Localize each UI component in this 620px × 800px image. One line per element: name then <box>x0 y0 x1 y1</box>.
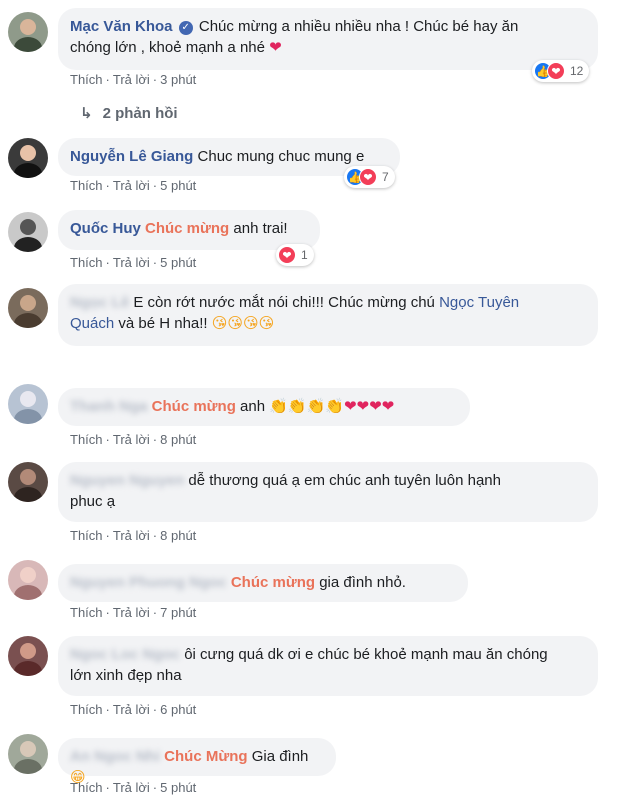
comment-actions: Thích · Trả lời · 8 phút <box>70 432 197 447</box>
tagged-text: Chúc Mừng <box>164 748 248 765</box>
comment-text: Chúc mừng a nhiều nhiều nha ! Chúc bé ha… <box>198 18 519 35</box>
comment-bubble: Nguyen Nguyen dễ thương quá ạ em chúc an… <box>58 462 598 522</box>
comment-author[interactable]: An Ngoc Nhi <box>70 748 160 765</box>
comment-text: dễ thương quá ạ em chúc anh tuyên luôn h… <box>188 472 501 489</box>
love-icon: ❤ <box>547 62 565 80</box>
reply-button[interactable]: Trả lời <box>113 432 150 447</box>
clap-emoji-icon: 👏👏👏👏 <box>269 397 344 415</box>
heart-emoji-icon: ❤ <box>269 38 282 56</box>
reply-button[interactable]: Trả lời <box>113 178 150 193</box>
comment-bubble: Ngoc Loc Ngoc ôi cưng quá dk ơi e chúc b… <box>58 636 598 696</box>
avatar[interactable] <box>8 636 48 676</box>
reaction-summary[interactable]: 👍 ❤ 7 <box>344 166 395 188</box>
comment-actions: Thích · Trả lời · 7 phút <box>70 605 197 620</box>
comment-text: Chuc mung chuc mung e <box>197 148 365 165</box>
comment-text: Gia đình <box>247 748 309 765</box>
like-button[interactable]: Thích <box>70 432 103 447</box>
comment-author[interactable]: Quốc Huy <box>70 220 141 237</box>
avatar[interactable] <box>8 734 48 774</box>
comment-author[interactable]: Thanh Nga <box>70 398 148 415</box>
comment-actions: Thích · Trả lời · 3 phút <box>70 72 197 87</box>
comment-text: và bé H nha!! <box>114 315 212 332</box>
comment-time[interactable]: 6 phút <box>160 702 196 717</box>
like-button[interactable]: Thích <box>70 72 103 87</box>
comment-text: ôi cưng quá dk ơi e chúc bé khoẻ mạnh ma… <box>184 646 548 663</box>
comment-time[interactable]: 7 phút <box>160 605 196 620</box>
reply-button[interactable]: Trả lời <box>113 702 150 717</box>
comment-actions: Thích · Trả lời · 8 phút <box>70 528 197 543</box>
tagged-text: Chúc mừng <box>230 574 316 591</box>
comment-text: E còn rớt nước mắt nói chi!!! Chúc mừng … <box>133 294 440 311</box>
like-button[interactable]: Thích <box>70 780 103 795</box>
like-button[interactable]: Thích <box>70 605 103 620</box>
comment-bubble: Thanh Nga Chúc mừng anh 👏👏👏👏❤❤❤❤ <box>58 388 470 426</box>
reply-button[interactable]: Trả lời <box>113 72 150 87</box>
comment-time[interactable]: 5 phút <box>160 178 196 193</box>
reaction-count: 12 <box>570 64 584 78</box>
mention-link[interactable]: Ngọc Tuyên <box>439 294 519 311</box>
heart-emoji-icon: ❤❤❤❤ <box>343 397 395 415</box>
verified-badge-icon: ✓ <box>178 21 193 35</box>
comment-time[interactable]: 3 phút <box>160 72 196 87</box>
avatar[interactable] <box>8 212 48 252</box>
comment-bubble: An Ngoc Nhi Chúc Mừng Gia đình 😁 <box>58 738 336 786</box>
reaction-summary[interactable]: ❤ 1 <box>276 244 314 266</box>
comment-time[interactable]: 8 phút <box>160 528 196 543</box>
reply-button[interactable]: Trả lời <box>113 605 150 620</box>
reaction-count: 7 <box>382 170 389 184</box>
like-button[interactable]: Thích <box>70 255 103 270</box>
comment-text: anh <box>235 398 270 415</box>
comment-actions: Thích · Trả lời · 5 phút <box>70 255 197 270</box>
avatar[interactable] <box>8 138 48 178</box>
reply-button[interactable]: Trả lời <box>113 528 150 543</box>
comment-author[interactable]: Nguyen Nguyen <box>70 472 184 489</box>
comment-text: anh trai! <box>229 220 288 237</box>
avatar[interactable] <box>8 12 48 52</box>
comment-actions: Thích · Trả lời · 6 phút <box>70 702 197 717</box>
reaction-count: 1 <box>301 248 308 262</box>
comment-text: gia đình nhỏ. <box>315 574 406 591</box>
comment-text: lớn xinh đẹp nha <box>70 667 182 684</box>
mention-link[interactable]: Quách <box>70 315 114 332</box>
avatar[interactable] <box>8 384 48 424</box>
comment-time[interactable]: 5 phút <box>160 255 196 270</box>
comment-text: phuc ạ <box>70 493 116 510</box>
avatar[interactable] <box>8 560 48 600</box>
comment-author[interactable]: Nguyễn Lê Giang <box>70 148 193 165</box>
replies-label: 2 phản hồi <box>102 105 178 122</box>
reply-button[interactable]: Trả lời <box>113 780 150 795</box>
comment-author[interactable]: Ngọc Lê <box>70 294 129 311</box>
like-button[interactable]: Thích <box>70 178 103 193</box>
reply-arrow-icon: ↳ <box>80 105 93 122</box>
comment-bubble: Ngọc Lê E còn rớt nước mắt nói chi!!! Ch… <box>58 284 598 346</box>
comment-author[interactable]: Ngoc Loc Ngoc <box>70 646 180 663</box>
love-icon: ❤ <box>359 168 377 186</box>
avatar[interactable] <box>8 288 48 328</box>
comment-time[interactable]: 5 phút <box>160 780 196 795</box>
tagged-text: Chúc mừng <box>145 220 230 237</box>
comment-actions: Thích · Trả lời · 5 phút <box>70 780 197 795</box>
reaction-summary[interactable]: 👍 ❤ 12 <box>532 60 590 82</box>
like-button[interactable]: Thích <box>70 528 103 543</box>
like-button[interactable]: Thích <box>70 702 103 717</box>
comment-actions: Thích · Trả lời · 5 phút <box>70 178 197 193</box>
comment-bubble: Nguyen Phuong Ngoc Chúc mừng gia đình nh… <box>58 564 468 602</box>
view-replies-link[interactable]: ↳ 2 phản hồi <box>80 104 178 122</box>
comment-text: chóng lớn , khoẻ mạnh a nhé <box>70 39 270 56</box>
comment-bubble: Mạc Văn Khoa ✓ Chúc mừng a nhiều nhiều n… <box>58 8 598 70</box>
comment-time[interactable]: 8 phút <box>160 432 196 447</box>
comment-author[interactable]: Nguyen Phuong Ngoc <box>70 574 227 591</box>
reply-button[interactable]: Trả lời <box>113 255 150 270</box>
tagged-text: Chúc mừng <box>151 398 236 415</box>
comment-bubble: Quốc Huy Chúc mừng anh trai! <box>58 210 320 250</box>
kiss-emoji-icon: 😘😘😘😘 <box>211 314 275 332</box>
comment-author[interactable]: Mạc Văn Khoa <box>70 18 173 35</box>
avatar[interactable] <box>8 462 48 502</box>
love-icon: ❤ <box>278 246 296 264</box>
